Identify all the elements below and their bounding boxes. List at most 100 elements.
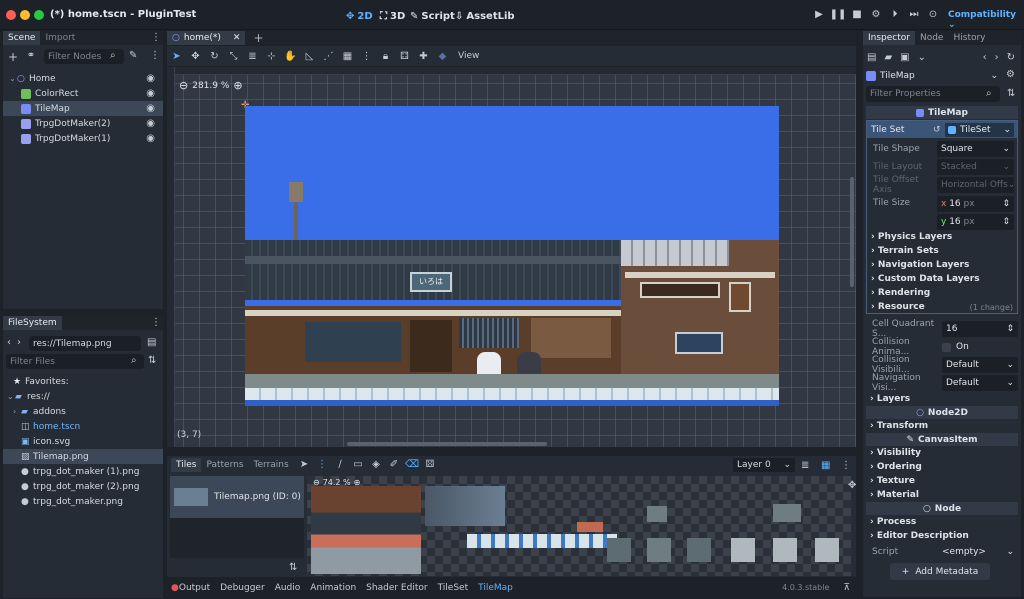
add-metadata-button[interactable]: + Add Metadata: [890, 563, 990, 580]
section-physics-layers[interactable]: › Physics Layers: [867, 230, 1017, 244]
section-rendering[interactable]: › Rendering: [867, 286, 1017, 300]
section-ordering[interactable]: › Ordering: [866, 460, 1018, 474]
tree-item-trpgdotmaker-2[interactable]: TrpgDotMaker(2) ◉: [3, 116, 163, 131]
prop-cell-quadrant[interactable]: Cell Quadrant S... 16 ⇕: [866, 319, 1018, 339]
tab-import[interactable]: Import: [40, 31, 80, 45]
visibility-eye-icon[interactable]: ◉: [146, 103, 155, 114]
file-item-icon-svg[interactable]: ▣ icon.svg: [3, 434, 163, 449]
section-custom-data-layers[interactable]: › Custom Data Layers: [867, 272, 1017, 286]
section-visibility[interactable]: › Visibility: [866, 446, 1018, 460]
expand-panel-icon[interactable]: ✥: [848, 480, 856, 491]
panel-menu-icon[interactable]: ⋮: [841, 460, 851, 471]
tab-inspector[interactable]: Inspector: [863, 31, 915, 45]
tab-home-scene[interactable]: ○ home(*) ✕: [167, 31, 246, 45]
res-root-row[interactable]: ⌄ ▰ res://: [3, 389, 163, 404]
line-tool-icon[interactable]: ∕: [331, 459, 349, 470]
select-tool-icon[interactable]: ➤: [295, 459, 313, 470]
favorites-row[interactable]: ★ Favorites:: [3, 374, 163, 389]
prop-tile-set[interactable]: Tile Set ↺ TileSet ⌄: [867, 121, 1017, 138]
script-resource[interactable]: <empty> ⌄: [942, 547, 1018, 557]
new-resource-icon[interactable]: ▤: [867, 52, 876, 63]
zoom-level[interactable]: 281.9 %: [192, 81, 229, 91]
pivot-tool-icon[interactable]: ⊹: [262, 51, 281, 62]
section-process[interactable]: › Process: [866, 515, 1018, 529]
prop-tile-shape[interactable]: Tile Shape Square ⌄: [867, 140, 1017, 158]
paint-icon[interactable]: ◆: [433, 51, 452, 62]
visibility-eye-icon[interactable]: ◉: [146, 73, 155, 84]
filter-properties-input[interactable]: Filter Properties: [866, 86, 1000, 102]
remote-debug-icon[interactable]: ⚙: [870, 9, 882, 20]
zoom-window-button[interactable]: [34, 10, 44, 20]
history-forward-icon[interactable]: ›: [995, 52, 999, 63]
tile-shape-select[interactable]: Square ⌄: [937, 141, 1014, 157]
script-attach-icon[interactable]: ✎: [129, 50, 137, 61]
file-item-home-tscn[interactable]: ◫ home.tscn: [3, 419, 163, 434]
load-resource-icon[interactable]: ▰: [884, 52, 892, 63]
collision-animatable-checkbox[interactable]: On: [942, 342, 969, 352]
add-node-icon[interactable]: +: [7, 50, 19, 64]
tile-size-y[interactable]: y 16 px ⇕: [937, 214, 1014, 230]
eraser-tool-icon[interactable]: ⌫: [403, 459, 421, 470]
list-select-icon[interactable]: ≣: [243, 51, 262, 62]
minimize-window-button[interactable]: [20, 10, 30, 20]
pan-tool-icon[interactable]: ✋: [281, 51, 300, 62]
tab-node[interactable]: Node: [915, 31, 949, 45]
horizontal-scrollbar[interactable]: [347, 442, 547, 446]
tab-tiles[interactable]: Tiles: [171, 458, 202, 472]
close-icon[interactable]: ✕: [233, 33, 241, 43]
layer-select[interactable]: Layer 0 ⌄: [733, 458, 795, 472]
bottom-tab-tileset[interactable]: TileSet: [438, 583, 469, 593]
workspace-3d-button[interactable]: ⛶ 3D: [380, 8, 405, 24]
dock-menu-icon[interactable]: ⋮: [151, 317, 161, 328]
collapse-icon[interactable]: ⌄: [9, 74, 17, 83]
play-scene-icon[interactable]: ⏵: [889, 9, 901, 20]
rotate-tool-icon[interactable]: ↻: [205, 51, 224, 62]
bottom-tab-audio[interactable]: Audio: [275, 583, 301, 593]
scale-tool-icon[interactable]: ⤡: [224, 51, 243, 62]
paint-tool-icon[interactable]: ⋮: [313, 459, 331, 470]
prop-navigation-visibility[interactable]: Navigation Visi... Default ⌄: [866, 373, 1018, 393]
collapse-icon[interactable]: ⌄: [7, 392, 15, 401]
list-view-icon[interactable]: ≣: [801, 460, 809, 471]
scene-menu-icon[interactable]: ⋮: [150, 50, 160, 61]
vertical-scrollbar[interactable]: [850, 177, 854, 287]
snap-options-icon[interactable]: ⋮: [357, 51, 376, 62]
tree-item-tilemap[interactable]: TileMap ◉: [3, 101, 163, 116]
resource-menu-icon[interactable]: ⌄: [918, 52, 926, 63]
stepper-icon[interactable]: ⇕: [1006, 324, 1014, 334]
file-item-tilemap-png[interactable]: ▨ Tilemap.png: [3, 449, 163, 464]
layout-icon[interactable]: ⊼: [843, 583, 850, 593]
tree-item-home[interactable]: ⌄ ○ Home ◉: [3, 71, 163, 86]
bottom-tab-output[interactable]: ●Output: [171, 583, 210, 593]
pause-icon[interactable]: ❚❚: [830, 9, 847, 20]
save-resource-icon[interactable]: ▣: [900, 52, 909, 63]
tile-atlas-view[interactable]: ⊖ 74.2 % ⊕: [307, 476, 851, 576]
sort-icon[interactable]: ⇅: [148, 355, 156, 366]
rect-tool-icon[interactable]: ▭: [349, 459, 367, 470]
prop-collision-visibility[interactable]: Collision Visibili... Default ⌄: [866, 355, 1018, 375]
section-transform[interactable]: › Transform: [866, 419, 1018, 433]
prop-script[interactable]: Script <empty> ⌄: [866, 543, 1018, 561]
tab-filesystem[interactable]: FileSystem: [3, 316, 62, 330]
object-selector[interactable]: TileMap ⌄: [866, 68, 998, 83]
bottom-tab-tilemap[interactable]: TileMap: [478, 583, 513, 593]
renderer-select[interactable]: Compatibility ⌄: [948, 10, 1024, 30]
section-texture[interactable]: › Texture: [866, 474, 1018, 488]
sort-icon[interactable]: ⇅: [289, 562, 297, 573]
zoom-in-icon[interactable]: ⊕: [233, 79, 242, 92]
tile-set-resource[interactable]: TileSet ⌄: [945, 122, 1014, 137]
bottom-tab-debugger[interactable]: Debugger: [220, 583, 265, 593]
stop-icon[interactable]: ■: [851, 9, 863, 20]
file-item-trpg-1[interactable]: ● trpg_dot_maker (1).png: [3, 464, 163, 479]
bottom-tab-animation[interactable]: Animation: [310, 583, 356, 593]
cell-quadrant-field[interactable]: 16 ⇕: [942, 321, 1018, 337]
revert-icon[interactable]: ↺: [933, 125, 945, 135]
section-layers[interactable]: › Layers: [866, 392, 1018, 406]
view-menu[interactable]: View: [458, 51, 479, 61]
move-tool-icon[interactable]: ✥: [186, 51, 205, 62]
picker-tool-icon[interactable]: ✐: [385, 459, 403, 470]
link-icon[interactable]: ⚭: [25, 50, 37, 61]
tab-terrains[interactable]: Terrains: [249, 458, 294, 472]
object-props-icon[interactable]: ⚙: [1006, 69, 1015, 80]
random-tile-icon[interactable]: ⚄: [421, 459, 439, 470]
